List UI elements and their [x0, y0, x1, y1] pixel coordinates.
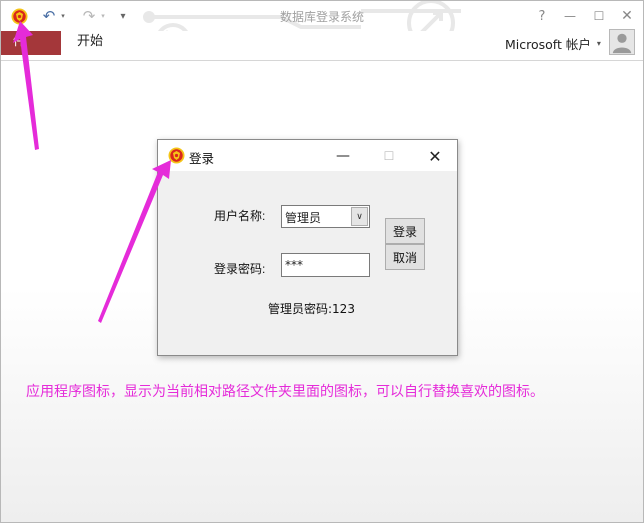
cancel-button[interactable]: 取消: [385, 244, 425, 270]
account-menu[interactable]: Microsoft 帐户 ▾: [505, 31, 601, 55]
password-input[interactable]: ***: [281, 253, 370, 277]
close-button[interactable]: ✕: [614, 5, 640, 27]
dialog-close-button[interactable]: ✕: [420, 144, 450, 168]
dialog-minimize-button[interactable]: —: [328, 144, 358, 168]
dialog-title-bar: 登录 — ☐ ✕: [158, 140, 457, 171]
password-label: 登录密码:: [214, 262, 266, 276]
tab-file[interactable]: 件: [1, 31, 61, 55]
app-window: ↶ ▾ ↷ ▾ ▾ 数据库登录系统 ? — ☐ ✕ 件 开始 Microsoft…: [0, 0, 644, 523]
minimize-button[interactable]: —: [557, 5, 583, 27]
account-label: Microsoft 帐户: [505, 36, 591, 52]
password-hint: 管理员密码:123: [268, 302, 355, 316]
tab-home[interactable]: 开始: [77, 31, 103, 55]
maximize-button[interactable]: ☐: [586, 5, 612, 27]
avatar[interactable]: [609, 29, 635, 55]
username-select[interactable]: 管理员 ∨: [281, 205, 370, 228]
chevron-down-icon: ▾: [596, 38, 601, 48]
club-crest-icon: [168, 147, 185, 164]
annotation-text: 应用程序图标，显示为当前相对路径文件夹里面的图标，可以自行替换喜欢的图标。: [26, 384, 544, 400]
chevron-down-icon[interactable]: ∨: [351, 207, 368, 226]
login-button[interactable]: 登录: [385, 218, 425, 244]
dialog-title: 登录: [189, 151, 215, 166]
login-dialog: 登录 — ☐ ✕ 用户名称: 管理员 ∨ 登录密码: *** 登录 取消 管理员…: [157, 139, 458, 356]
title-bar: ↶ ▾ ↷ ▾ ▾ 数据库登录系统 ? — ☐ ✕: [1, 1, 643, 59]
username-label: 用户名称:: [214, 209, 266, 223]
help-button[interactable]: ?: [529, 5, 555, 27]
ribbon-bar: 件 开始 Microsoft 帐户 ▾: [1, 29, 643, 61]
dialog-maximize-button: ☐: [383, 149, 395, 163]
username-value: 管理员: [285, 211, 322, 225]
